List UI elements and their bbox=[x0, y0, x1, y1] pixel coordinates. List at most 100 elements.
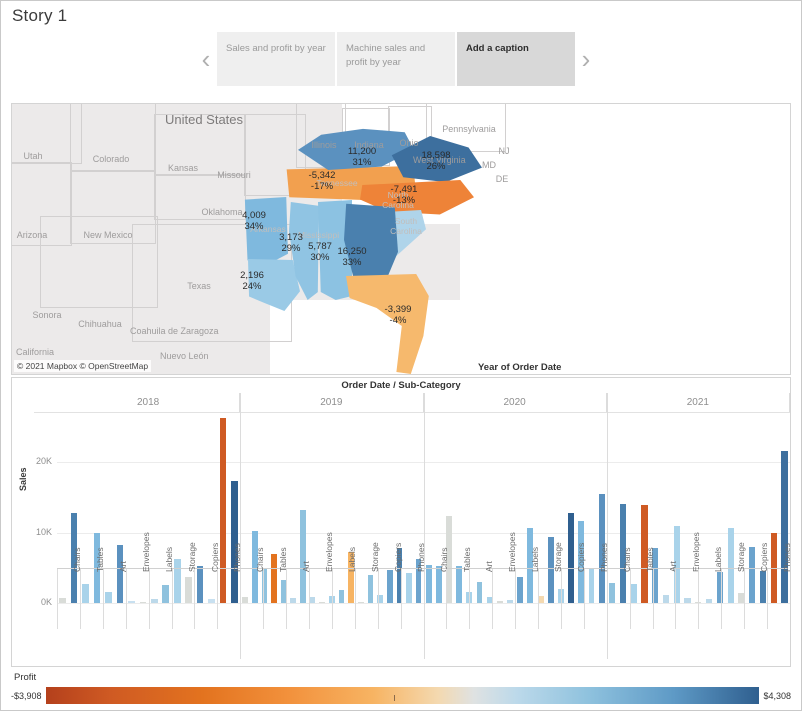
map-country-label: United States bbox=[160, 112, 248, 127]
story-point-2[interactable]: Machine sales and profit by year bbox=[337, 32, 455, 86]
x-axis-divider bbox=[332, 569, 333, 629]
x-axis-divider bbox=[492, 569, 493, 629]
x-axis-divider bbox=[217, 569, 218, 629]
map-label-nj: NJ bbox=[496, 146, 512, 156]
year-filter-card: Year of Order Date (All) ‹ › bbox=[478, 362, 618, 375]
story-next-arrow-icon[interactable]: › bbox=[575, 36, 597, 82]
x-tick-label: Phones bbox=[782, 543, 791, 572]
map-label-md: MD bbox=[480, 160, 498, 170]
x-tick-label: Envelopes bbox=[507, 532, 517, 572]
year-header-2019: 2019 bbox=[240, 393, 423, 412]
legend-zero-marker bbox=[394, 695, 395, 701]
map-canvas[interactable]: United States Mississippi Arkansas Tenne… bbox=[12, 104, 460, 374]
map-attribution: © 2021 Mapbox © OpenStreetMap bbox=[14, 360, 151, 372]
x-axis-divider bbox=[790, 569, 791, 629]
map-label-chihuahua: Chihuahua bbox=[72, 319, 128, 329]
map-label-arizona: Arizona bbox=[12, 230, 52, 240]
x-axis-divider bbox=[767, 569, 768, 629]
map-label-texas: Texas bbox=[180, 281, 218, 291]
map-label-illinois: Illinois bbox=[304, 140, 344, 150]
x-tick-label: Envelopes bbox=[324, 532, 334, 572]
map-label-kansas: Kansas bbox=[160, 163, 206, 173]
x-tick-label: Envelopes bbox=[691, 532, 701, 572]
year-header-2021: 2021 bbox=[607, 393, 790, 412]
map-label-pennsylvania: Pennsylvania bbox=[436, 124, 502, 134]
x-axis-divider bbox=[103, 569, 104, 629]
map-state-name-faint-sc: SouthCarolina bbox=[384, 216, 428, 236]
map-value-tn: -5,342-17% bbox=[300, 170, 344, 192]
ocean-area bbox=[270, 300, 460, 375]
bar-chart-panel[interactable]: Order Date / Sub-Category 20182019202020… bbox=[11, 377, 791, 667]
story-point-label: Machine sales and profit by year bbox=[346, 43, 425, 68]
x-axis-divider bbox=[744, 569, 745, 629]
story-point-3[interactable]: Add a caption bbox=[457, 32, 575, 86]
x-axis-divider bbox=[309, 569, 310, 629]
story-point-1[interactable]: Sales and profit by year bbox=[217, 32, 335, 86]
page-title: Story 1 bbox=[12, 6, 67, 26]
y-tick-label: 0K bbox=[24, 597, 52, 607]
x-axis-divider bbox=[286, 569, 287, 629]
legend-gradient-row: -$3,908 $4,308 bbox=[11, 687, 791, 704]
x-tick-label: Copiers bbox=[759, 543, 769, 572]
x-tick-label: Storage bbox=[736, 542, 746, 572]
x-axis-divider bbox=[538, 569, 539, 629]
x-axis-divider bbox=[424, 569, 425, 629]
x-tick-label: Copiers bbox=[393, 543, 403, 572]
map-value-fl: -3,399-4% bbox=[376, 304, 420, 326]
year-header-2020: 2020 bbox=[424, 393, 607, 412]
x-axis-divider bbox=[172, 569, 173, 629]
x-axis-divider bbox=[561, 569, 562, 629]
x-axis-divider bbox=[675, 569, 676, 629]
profit-legend: Profit -$3,908 $4,308 bbox=[11, 672, 791, 708]
x-tick-label: Phones bbox=[232, 543, 242, 572]
x-axis-divider bbox=[57, 569, 58, 629]
map-label-nuevo-le-n: Nuevo León bbox=[160, 351, 206, 361]
map-label-new-mexico: New Mexico bbox=[76, 230, 140, 240]
map-label-ohio: Ohio bbox=[395, 138, 423, 148]
y-axis-label: Sales bbox=[18, 467, 28, 491]
story-prev-arrow-icon[interactable]: ‹ bbox=[195, 36, 217, 82]
x-tick-label: Storage bbox=[553, 542, 563, 572]
story-point-label: Add a caption bbox=[466, 43, 529, 54]
x-axis-divider bbox=[355, 569, 356, 629]
x-axis-divider bbox=[126, 569, 127, 629]
chart-title: Order Date / Sub-Category bbox=[12, 380, 790, 391]
legend-max-label: $4,308 bbox=[763, 691, 791, 701]
story-navigation: ‹ Sales and profit by year Machine sales … bbox=[195, 28, 605, 90]
map-label-sonora: Sonora bbox=[26, 310, 68, 320]
map-value-ky: 11,20031% bbox=[340, 146, 384, 168]
y-tick-label: 10K bbox=[24, 527, 52, 537]
x-axis-divider bbox=[515, 569, 516, 629]
map-value-ga: 16,25033% bbox=[330, 246, 374, 268]
x-axis-divider bbox=[469, 569, 470, 629]
x-axis-divider bbox=[630, 569, 631, 629]
story-point-label: Sales and profit by year bbox=[226, 43, 326, 54]
map-value-va: 18,59826% bbox=[414, 150, 458, 172]
x-tick-label: Copiers bbox=[210, 543, 220, 572]
year-header-2018: 2018 bbox=[57, 393, 240, 412]
x-axis-divider bbox=[653, 569, 654, 629]
year-filter-title: Year of Order Date bbox=[478, 362, 618, 373]
x-axis-divider bbox=[194, 569, 195, 629]
x-tick-label: Copiers bbox=[576, 543, 586, 572]
x-axis-divider bbox=[607, 569, 608, 629]
map-label-utah: Utah bbox=[16, 151, 50, 161]
legend-min-label: -$3,908 bbox=[11, 691, 42, 701]
map-label-colorado: Colorado bbox=[82, 154, 140, 164]
x-axis-divider bbox=[80, 569, 81, 629]
x-axis-labels: ChairsTablesArtEnvelopesLabelsStorageCop… bbox=[57, 569, 790, 629]
map-value-la: 2,19624% bbox=[230, 270, 274, 292]
story-point-list: Sales and profit by year Machine sales an… bbox=[217, 32, 575, 86]
x-axis-divider bbox=[698, 569, 699, 629]
map-panel[interactable]: United States Mississippi Arkansas Tenne… bbox=[11, 103, 791, 375]
x-axis-divider bbox=[240, 569, 241, 629]
x-axis-divider bbox=[584, 569, 585, 629]
map-label-missouri: Missouri bbox=[208, 170, 260, 180]
x-axis-divider bbox=[401, 569, 402, 629]
legend-gradient-bar[interactable] bbox=[46, 687, 760, 704]
map-value-ar: 4,00934% bbox=[232, 210, 276, 232]
x-axis-divider bbox=[263, 569, 264, 629]
x-axis-divider bbox=[446, 569, 447, 629]
map-label-de: DE bbox=[494, 174, 510, 184]
y-tick-label: 20K bbox=[24, 456, 52, 466]
